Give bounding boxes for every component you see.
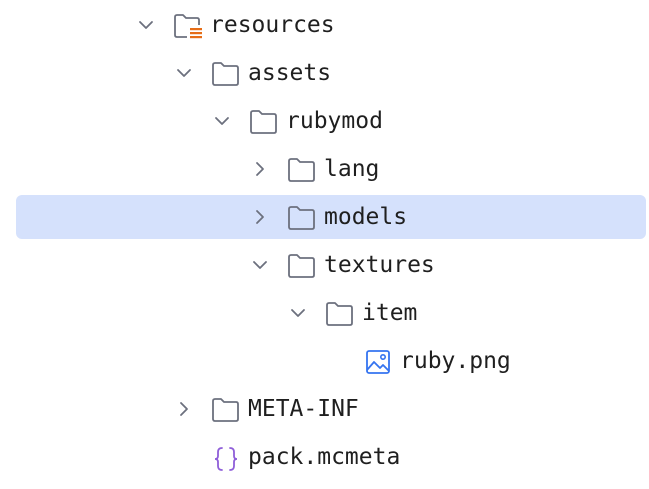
tree-item-models[interactable]: models [0,193,649,241]
chevron-down-icon[interactable] [288,303,308,323]
chevron-down-icon[interactable] [250,255,270,275]
resources-folder-icon [173,13,203,39]
tree-item-textures[interactable]: textures [0,241,649,289]
chevron-down-icon[interactable] [212,111,232,131]
tree-item-label: assets [248,60,332,86]
tree-item-label: META-INF [248,396,359,422]
tree-item-label: rubymod [286,108,383,134]
tree-item-lang[interactable]: lang [0,145,649,193]
image-file-icon [364,349,394,375]
tree-item-label: resources [210,12,335,38]
tree-item-meta-inf[interactable]: META-INF [0,385,649,433]
tree-item-item[interactable]: item [0,289,649,337]
tree-item-label: item [362,300,418,326]
chevron-down-icon[interactable] [174,63,194,83]
tree-item-label: ruby.png [400,348,511,374]
json-file-icon [212,445,242,471]
project-tree: resources assets rubymod lang models tex… [0,0,649,489]
folder-icon [325,301,355,327]
folder-icon [287,157,317,183]
folder-icon [287,205,317,231]
tree-item-assets[interactable]: assets [0,49,649,97]
folder-icon [211,397,241,423]
folder-icon [211,61,241,87]
tree-item-rubymod[interactable]: rubymod [0,97,649,145]
chevron-right-icon[interactable] [174,399,194,419]
tree-item-label: textures [324,252,435,278]
folder-icon [249,109,279,135]
tree-item-resources[interactable]: resources [0,1,649,49]
tree-item-label: models [324,204,408,230]
tree-item-ruby-png[interactable]: ruby.png [0,337,649,385]
folder-icon [287,253,317,279]
chevron-down-icon[interactable] [136,15,156,35]
chevron-right-icon[interactable] [250,159,270,179]
chevron-right-icon[interactable] [250,207,270,227]
tree-item-pack-mcmeta[interactable]: pack.mcmeta [0,433,649,481]
tree-item-label: pack.mcmeta [248,444,401,470]
tree-item-label: lang [324,156,380,182]
